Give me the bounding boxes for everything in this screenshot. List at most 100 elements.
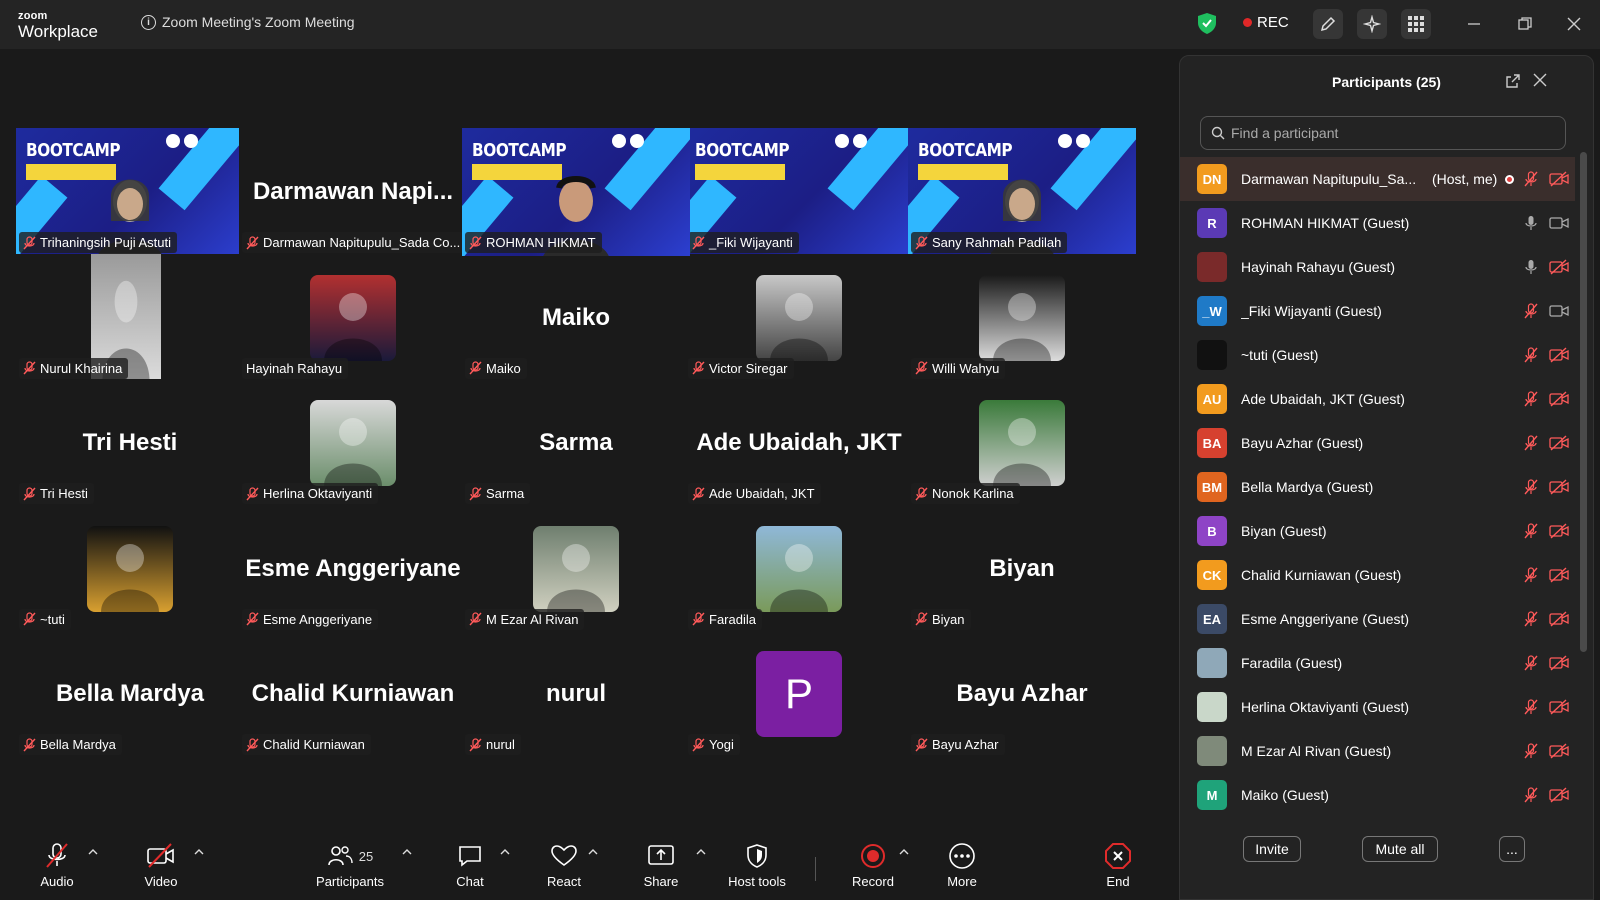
- participant-row[interactable]: _W _Fiki Wijayanti (Guest): [1180, 289, 1575, 333]
- participant-row[interactable]: Faradila (Guest): [1180, 641, 1575, 685]
- close-window-button[interactable]: [1564, 14, 1584, 34]
- mic-muted-icon[interactable]: [1524, 699, 1538, 715]
- participant-tile[interactable]: Darmawan Napi... Darmawan Napitupulu_Sada…: [239, 128, 467, 256]
- camera-off-icon[interactable]: [1549, 699, 1569, 715]
- mic-muted-icon[interactable]: [1524, 303, 1538, 319]
- restore-button[interactable]: [1515, 14, 1535, 34]
- participant-row[interactable]: ~tuti (Guest): [1180, 333, 1575, 377]
- participant-tile[interactable]: BOOTCAMP _Fiki Wijayanti: [685, 128, 913, 256]
- camera-off-icon[interactable]: [1549, 259, 1569, 275]
- participant-tile[interactable]: Tri Hesti Tri Hesti: [16, 379, 244, 507]
- chat-button[interactable]: Chat: [452, 832, 488, 900]
- mic-muted-icon[interactable]: [1524, 171, 1538, 187]
- participant-tile[interactable]: Faradila: [685, 504, 913, 633]
- participant-tile[interactable]: Sarma Sarma: [462, 379, 690, 507]
- participant-tile[interactable]: Bayu Azhar Bayu Azhar: [908, 630, 1136, 758]
- panel-more-button[interactable]: ...: [1499, 836, 1525, 862]
- participant-row[interactable]: DN Darmawan Napitupulu_Sa... (Host, me): [1180, 157, 1575, 201]
- camera-off-icon[interactable]: [1549, 435, 1569, 451]
- camera-off-icon[interactable]: [1549, 347, 1569, 363]
- participant-row[interactable]: CK Chalid Kurniawan (Guest): [1180, 553, 1575, 597]
- mic-muted-icon[interactable]: [1524, 479, 1538, 495]
- participant-row[interactable]: Herlina Oktaviyanti (Guest): [1180, 685, 1575, 729]
- camera-on-icon[interactable]: [1549, 215, 1569, 231]
- more-button[interactable]: More: [942, 832, 982, 900]
- participant-tile[interactable]: Willi Wahyu: [908, 253, 1136, 382]
- participant-tile[interactable]: ~tuti: [16, 504, 244, 633]
- participant-list-scrollbar[interactable]: [1580, 152, 1587, 652]
- popout-icon[interactable]: [1505, 73, 1521, 89]
- camera-off-icon[interactable]: [1549, 655, 1569, 671]
- participant-row[interactable]: M Ezar Al Rivan (Guest): [1180, 729, 1575, 773]
- participant-row[interactable]: AU Ade Ubaidah, JKT (Guest): [1180, 377, 1575, 421]
- recording-indicator[interactable]: REC: [1243, 14, 1289, 31]
- mic-muted-icon[interactable]: [1524, 787, 1538, 803]
- react-options-caret[interactable]: [588, 847, 598, 857]
- minimize-button[interactable]: [1464, 14, 1484, 34]
- camera-off-icon[interactable]: [1549, 611, 1569, 627]
- participant-tile[interactable]: Nurul Khairina: [16, 253, 244, 382]
- participant-row[interactable]: BA Bayu Azhar (Guest): [1180, 421, 1575, 465]
- participant-tile[interactable]: Bella Mardya Bella Mardya: [16, 630, 244, 758]
- close-panel-icon[interactable]: [1533, 73, 1547, 87]
- camera-on-icon[interactable]: [1549, 303, 1569, 319]
- video-options-caret[interactable]: [194, 847, 204, 857]
- info-icon[interactable]: i: [141, 14, 156, 30]
- camera-off-icon[interactable]: [1549, 567, 1569, 583]
- record-options-caret[interactable]: [899, 847, 909, 857]
- participant-tile[interactable]: Hayinah Rahayu: [239, 253, 467, 382]
- camera-off-icon[interactable]: [1549, 391, 1569, 407]
- participant-row[interactable]: B Biyan (Guest): [1180, 509, 1575, 553]
- participant-row[interactable]: EA Esme Anggeriyane (Guest): [1180, 597, 1575, 641]
- participants-options-caret[interactable]: [402, 847, 412, 857]
- mic-muted-icon[interactable]: [1524, 435, 1538, 451]
- apps-button[interactable]: [1401, 9, 1431, 39]
- participant-tile[interactable]: M Ezar Al Rivan: [462, 504, 690, 633]
- camera-off-icon[interactable]: [1549, 171, 1569, 187]
- ai-companion-button[interactable]: [1357, 9, 1387, 39]
- participant-tile[interactable]: BOOTCAMP Sany Rahmah Padilah: [908, 128, 1136, 256]
- participant-tile[interactable]: nurul nurul: [462, 630, 690, 758]
- record-button[interactable]: Record: [849, 832, 897, 900]
- audio-options-caret[interactable]: [88, 847, 98, 857]
- participant-row[interactable]: M Maiko (Guest): [1180, 773, 1575, 817]
- mic-on-icon[interactable]: [1524, 259, 1538, 275]
- participant-row[interactable]: BM Bella Mardya (Guest): [1180, 465, 1575, 509]
- mic-muted-icon[interactable]: [1524, 347, 1538, 363]
- annotate-button[interactable]: [1313, 9, 1343, 39]
- camera-off-icon[interactable]: [1549, 523, 1569, 539]
- participant-row[interactable]: Hayinah Rahayu (Guest): [1180, 245, 1575, 289]
- react-button[interactable]: React: [544, 832, 584, 900]
- video-button[interactable]: Video: [139, 832, 183, 900]
- participant-tile[interactable]: Victor Siregar: [685, 253, 913, 382]
- participant-row[interactable]: R ROHMAN HIKMAT (Guest): [1180, 201, 1575, 245]
- participant-search[interactable]: [1200, 116, 1566, 150]
- camera-off-icon[interactable]: [1549, 787, 1569, 803]
- camera-off-icon[interactable]: [1549, 479, 1569, 495]
- camera-off-icon[interactable]: [1549, 743, 1569, 759]
- host-tools-button[interactable]: Host tools: [724, 832, 790, 900]
- participant-tile[interactable]: Ade Ubaidah, JKT Ade Ubaidah, JKT: [685, 379, 913, 507]
- participant-tile[interactable]: BOOTCAMP ROHMAN HIKMAT: [462, 128, 690, 256]
- mic-muted-icon[interactable]: [1524, 743, 1538, 759]
- audio-button[interactable]: Audio: [37, 832, 77, 900]
- mute-all-button[interactable]: Mute all: [1362, 836, 1438, 862]
- share-button[interactable]: Share: [641, 832, 681, 900]
- mic-on-icon[interactable]: [1524, 215, 1538, 231]
- mic-muted-icon[interactable]: [1524, 523, 1538, 539]
- participant-tile[interactable]: Chalid Kurniawan Chalid Kurniawan: [239, 630, 467, 758]
- end-meeting-button[interactable]: End: [1100, 832, 1136, 900]
- mic-muted-icon[interactable]: [1524, 567, 1538, 583]
- participant-tile[interactable]: Maiko Maiko: [462, 253, 690, 382]
- participant-tile[interactable]: Esme Anggeriyane Esme Anggeriyane: [239, 504, 467, 633]
- meeting-title[interactable]: i Zoom Meeting's Zoom Meeting: [141, 14, 355, 30]
- participants-button[interactable]: 25 Participants: [312, 832, 388, 900]
- share-options-caret[interactable]: [696, 847, 706, 857]
- participant-tile[interactable]: P Yogi: [685, 630, 913, 758]
- invite-button[interactable]: Invite: [1243, 836, 1301, 862]
- mic-muted-icon[interactable]: [1524, 655, 1538, 671]
- security-shield-icon[interactable]: [1198, 13, 1216, 34]
- search-input[interactable]: [1231, 125, 1551, 141]
- participant-tile[interactable]: Herlina Oktaviyanti: [239, 379, 467, 507]
- participant-tile[interactable]: Nonok Karlina: [908, 379, 1136, 507]
